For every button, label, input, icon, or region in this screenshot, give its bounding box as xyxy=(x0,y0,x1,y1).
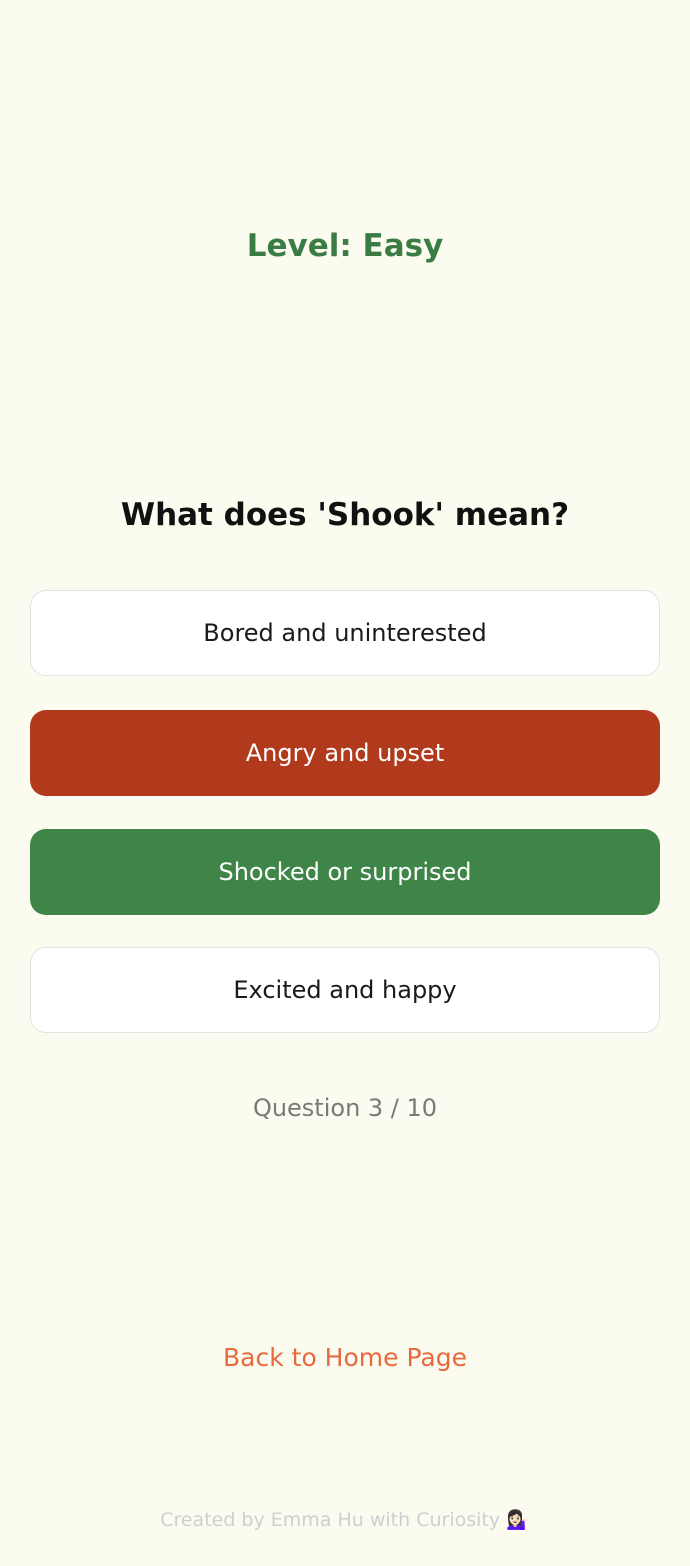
question-text: What does 'Shook' mean? xyxy=(120,497,570,533)
answer-option-label: Angry and upset xyxy=(245,739,445,767)
answer-option-label: Bored and uninterested xyxy=(203,619,487,647)
footer-text: Created by Emma Hu with Curiosity xyxy=(160,1509,501,1531)
footer-credit: Created by Emma Hu with Curiosity 💁🏻‍♀️ xyxy=(0,1503,690,1537)
answer-option-label: Shocked or surprised xyxy=(218,858,472,886)
answer-option-1[interactable]: Bored and uninterested xyxy=(30,590,660,676)
person-tipping-hand-emoji-icon: 💁🏻‍♀️ xyxy=(506,1509,530,1531)
answer-option-2-wrong[interactable]: Angry and upset xyxy=(30,710,660,796)
back-to-home-link[interactable]: Back to Home Page xyxy=(223,1343,467,1372)
answer-option-4[interactable]: Excited and happy xyxy=(30,947,660,1033)
level-label: Level: Easy xyxy=(246,228,444,264)
answer-option-3-correct[interactable]: Shocked or surprised xyxy=(30,829,660,915)
answer-option-label: Excited and happy xyxy=(233,976,457,1004)
back-to-home-link-row: Back to Home Page xyxy=(0,1338,690,1378)
question-progress: Question 3 / 10 xyxy=(252,1094,438,1122)
